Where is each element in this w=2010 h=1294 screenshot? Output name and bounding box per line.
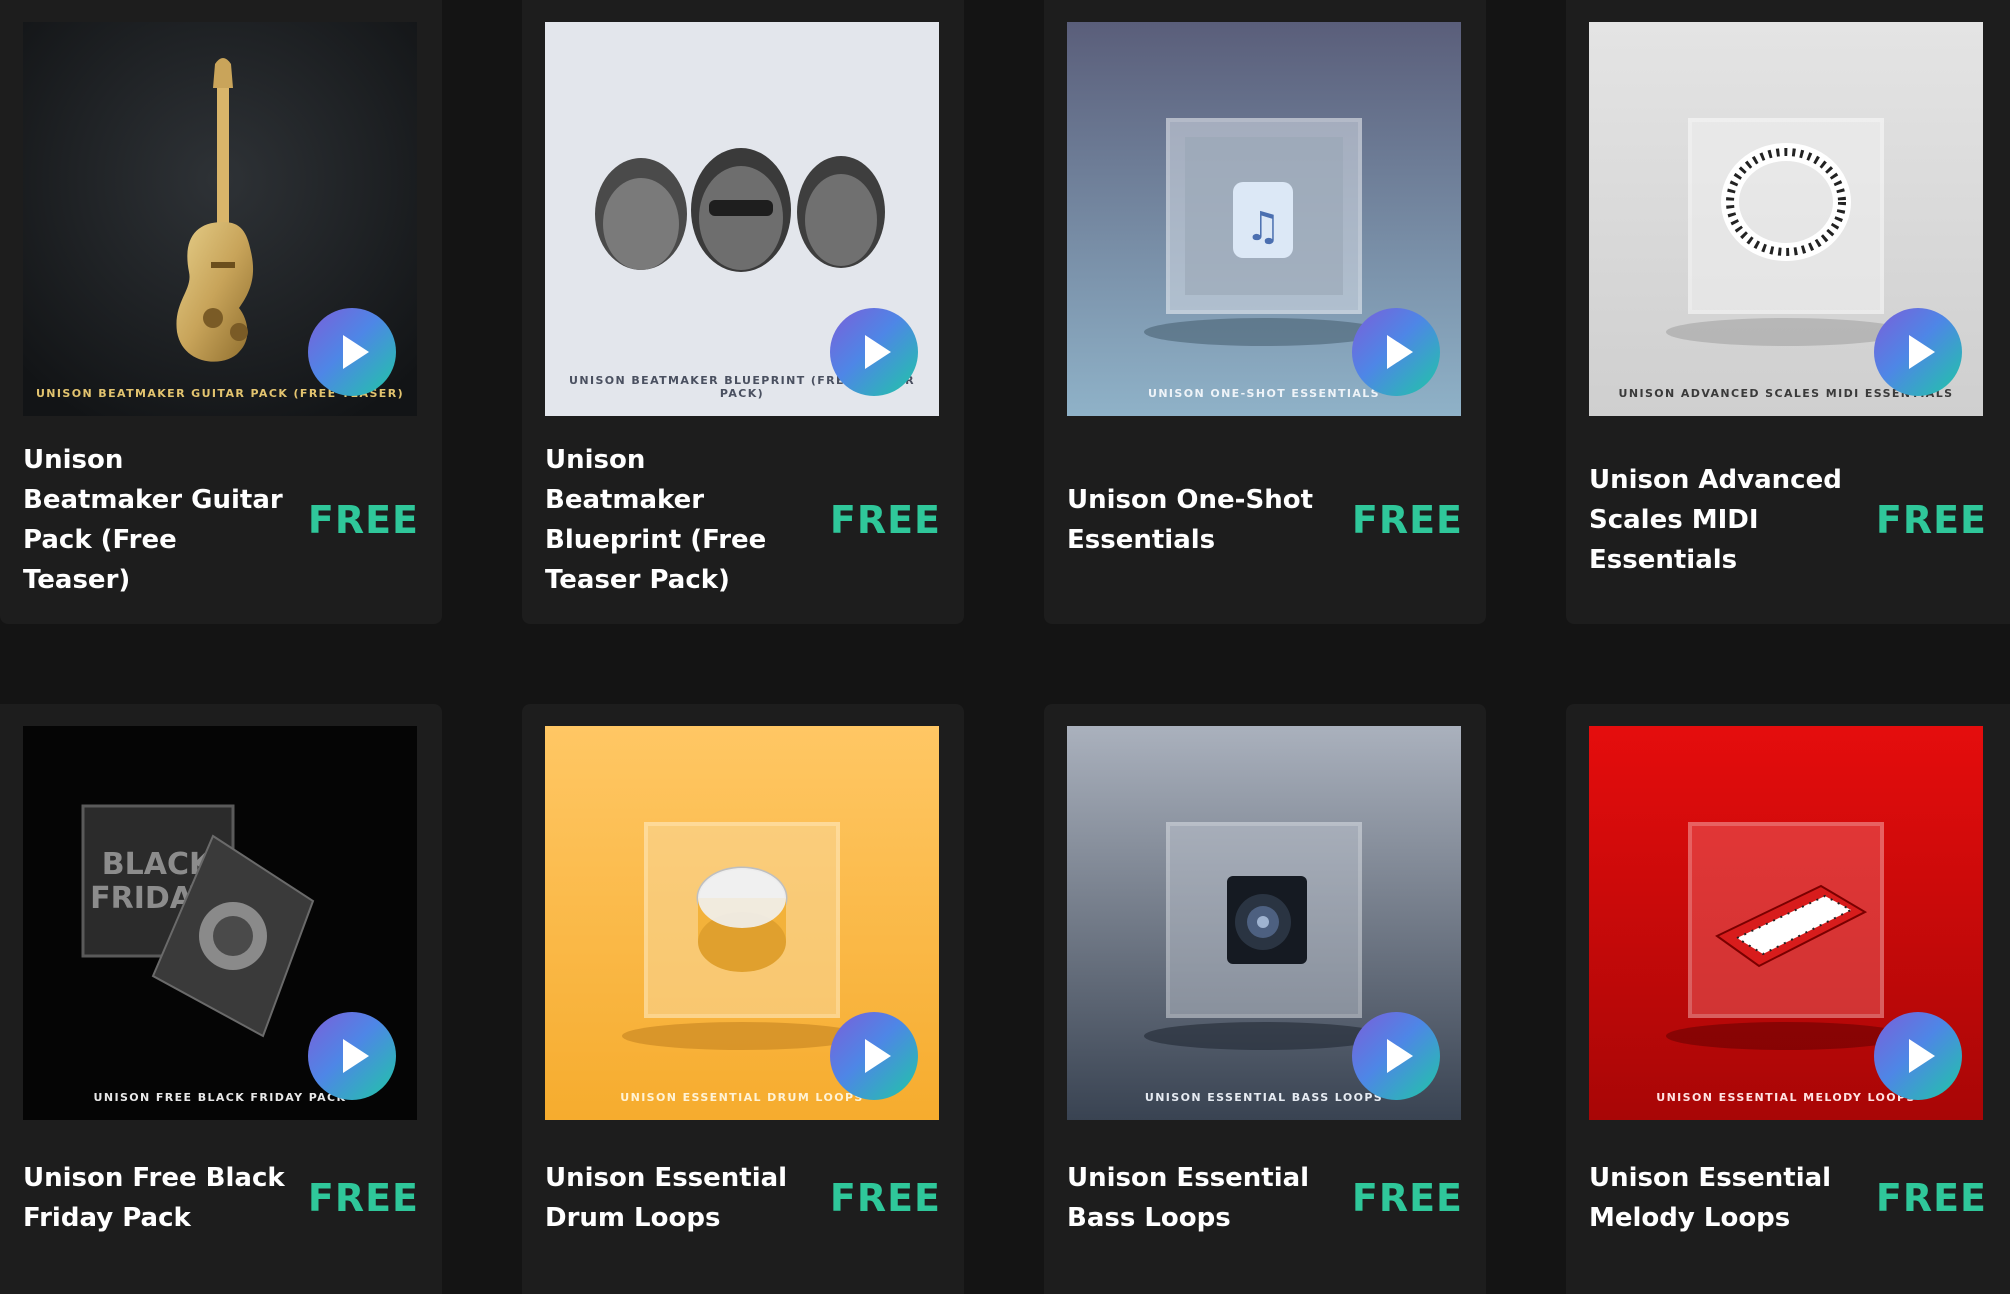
play-icon: [343, 1039, 369, 1073]
product-title[interactable]: Unison Free Black Friday Pack: [23, 1158, 288, 1238]
play-icon: [1387, 1039, 1413, 1073]
play-icon: [1387, 335, 1413, 369]
product-card-beatmaker-blueprint[interactable]: UNISON BEATMAKER BLUEPRINT (FREE TEASER …: [522, 0, 964, 624]
play-button[interactable]: [1352, 308, 1440, 396]
play-icon: [343, 335, 369, 369]
product-artwork-melody-loops[interactable]: UNISON ESSENTIAL MELODY LOOPS: [1589, 726, 1983, 1120]
product-artwork-one-shot[interactable]: ♫ UNISON ONE-SHOT ESSENTIALS: [1067, 22, 1461, 416]
product-artwork-bass-loops[interactable]: UNISON ESSENTIAL BASS LOOPS: [1067, 726, 1461, 1120]
product-artwork-advanced-scales[interactable]: UNISON ADVANCED SCALES MIDI ESSENTIALS: [1589, 22, 1983, 416]
product-title[interactable]: Unison Essential Melody Loops: [1589, 1158, 1854, 1238]
product-info: Unison Free Black Friday Pack FREE: [23, 1120, 419, 1276]
product-title[interactable]: Unison Beatmaker Guitar Pack (Free Tease…: [23, 440, 288, 600]
product-card-essential-bass-loops[interactable]: UNISON ESSENTIAL BASS LOOPS Unison Essen…: [1044, 704, 1486, 1294]
product-artwork-drum-loops[interactable]: UNISON ESSENTIAL DRUM LOOPS: [545, 726, 939, 1120]
svg-text:♫: ♫: [1245, 204, 1281, 250]
product-price: FREE: [1351, 1176, 1463, 1220]
product-card-advanced-scales-midi[interactable]: UNISON ADVANCED SCALES MIDI ESSENTIALS U…: [1566, 0, 2010, 624]
product-card-essential-drum-loops[interactable]: UNISON ESSENTIAL DRUM LOOPS Unison Essen…: [522, 704, 964, 1294]
play-button[interactable]: [830, 1012, 918, 1100]
product-price: FREE: [307, 1176, 419, 1220]
product-price: FREE: [307, 498, 419, 542]
product-info: Unison One-Shot Essentials FREE: [1067, 416, 1463, 624]
play-button[interactable]: [308, 1012, 396, 1100]
product-title[interactable]: Unison Essential Drum Loops: [545, 1158, 810, 1238]
play-icon: [1909, 335, 1935, 369]
play-button[interactable]: [1874, 1012, 1962, 1100]
play-button[interactable]: [1352, 1012, 1440, 1100]
play-button[interactable]: [1874, 308, 1962, 396]
product-price: FREE: [829, 498, 941, 542]
product-title[interactable]: Unison One-Shot Essentials: [1067, 480, 1332, 560]
product-price: FREE: [1351, 498, 1463, 542]
product-artwork-black-friday[interactable]: BLACK FRIDAY UNISON FREE BLACK FRIDAY PA…: [23, 726, 417, 1120]
product-title[interactable]: Unison Advanced Scales MIDI Essentials: [1589, 460, 1854, 580]
product-artwork-guitar[interactable]: UNISON BEATMAKER GUITAR PACK (FREE TEASE…: [23, 22, 417, 416]
play-icon: [865, 1039, 891, 1073]
product-card-guitar-pack[interactable]: UNISON BEATMAKER GUITAR PACK (FREE TEASE…: [0, 0, 442, 624]
product-info: Unison Essential Bass Loops FREE: [1067, 1120, 1463, 1276]
product-artwork-blueprint[interactable]: UNISON BEATMAKER BLUEPRINT (FREE TEASER …: [545, 22, 939, 416]
product-info: Unison Beatmaker Blueprint (Free Teaser …: [545, 416, 941, 624]
product-title[interactable]: Unison Beatmaker Blueprint (Free Teaser …: [545, 440, 810, 600]
play-button[interactable]: [830, 308, 918, 396]
product-info: Unison Essential Melody Loops FREE: [1589, 1120, 1987, 1276]
product-card-essential-melody-loops[interactable]: UNISON ESSENTIAL MELODY LOOPS Unison Ess…: [1566, 704, 2010, 1294]
product-info: Unison Beatmaker Guitar Pack (Free Tease…: [23, 416, 419, 624]
play-icon: [865, 335, 891, 369]
product-info: Unison Essential Drum Loops FREE: [545, 1120, 941, 1276]
play-icon: [1909, 1039, 1935, 1073]
product-grid: UNISON BEATMAKER GUITAR PACK (FREE TEASE…: [0, 0, 2010, 1294]
product-price: FREE: [829, 1176, 941, 1220]
product-card-black-friday-pack[interactable]: BLACK FRIDAY UNISON FREE BLACK FRIDAY PA…: [0, 704, 442, 1294]
product-title[interactable]: Unison Essential Bass Loops: [1067, 1158, 1332, 1238]
product-price: FREE: [1875, 498, 1987, 542]
play-button[interactable]: [308, 308, 396, 396]
product-card-one-shot-essentials[interactable]: ♫ UNISON ONE-SHOT ESSENTIALS Unison One-…: [1044, 0, 1486, 624]
product-price: FREE: [1875, 1176, 1987, 1220]
product-info: Unison Advanced Scales MIDI Essentials F…: [1589, 416, 1987, 624]
